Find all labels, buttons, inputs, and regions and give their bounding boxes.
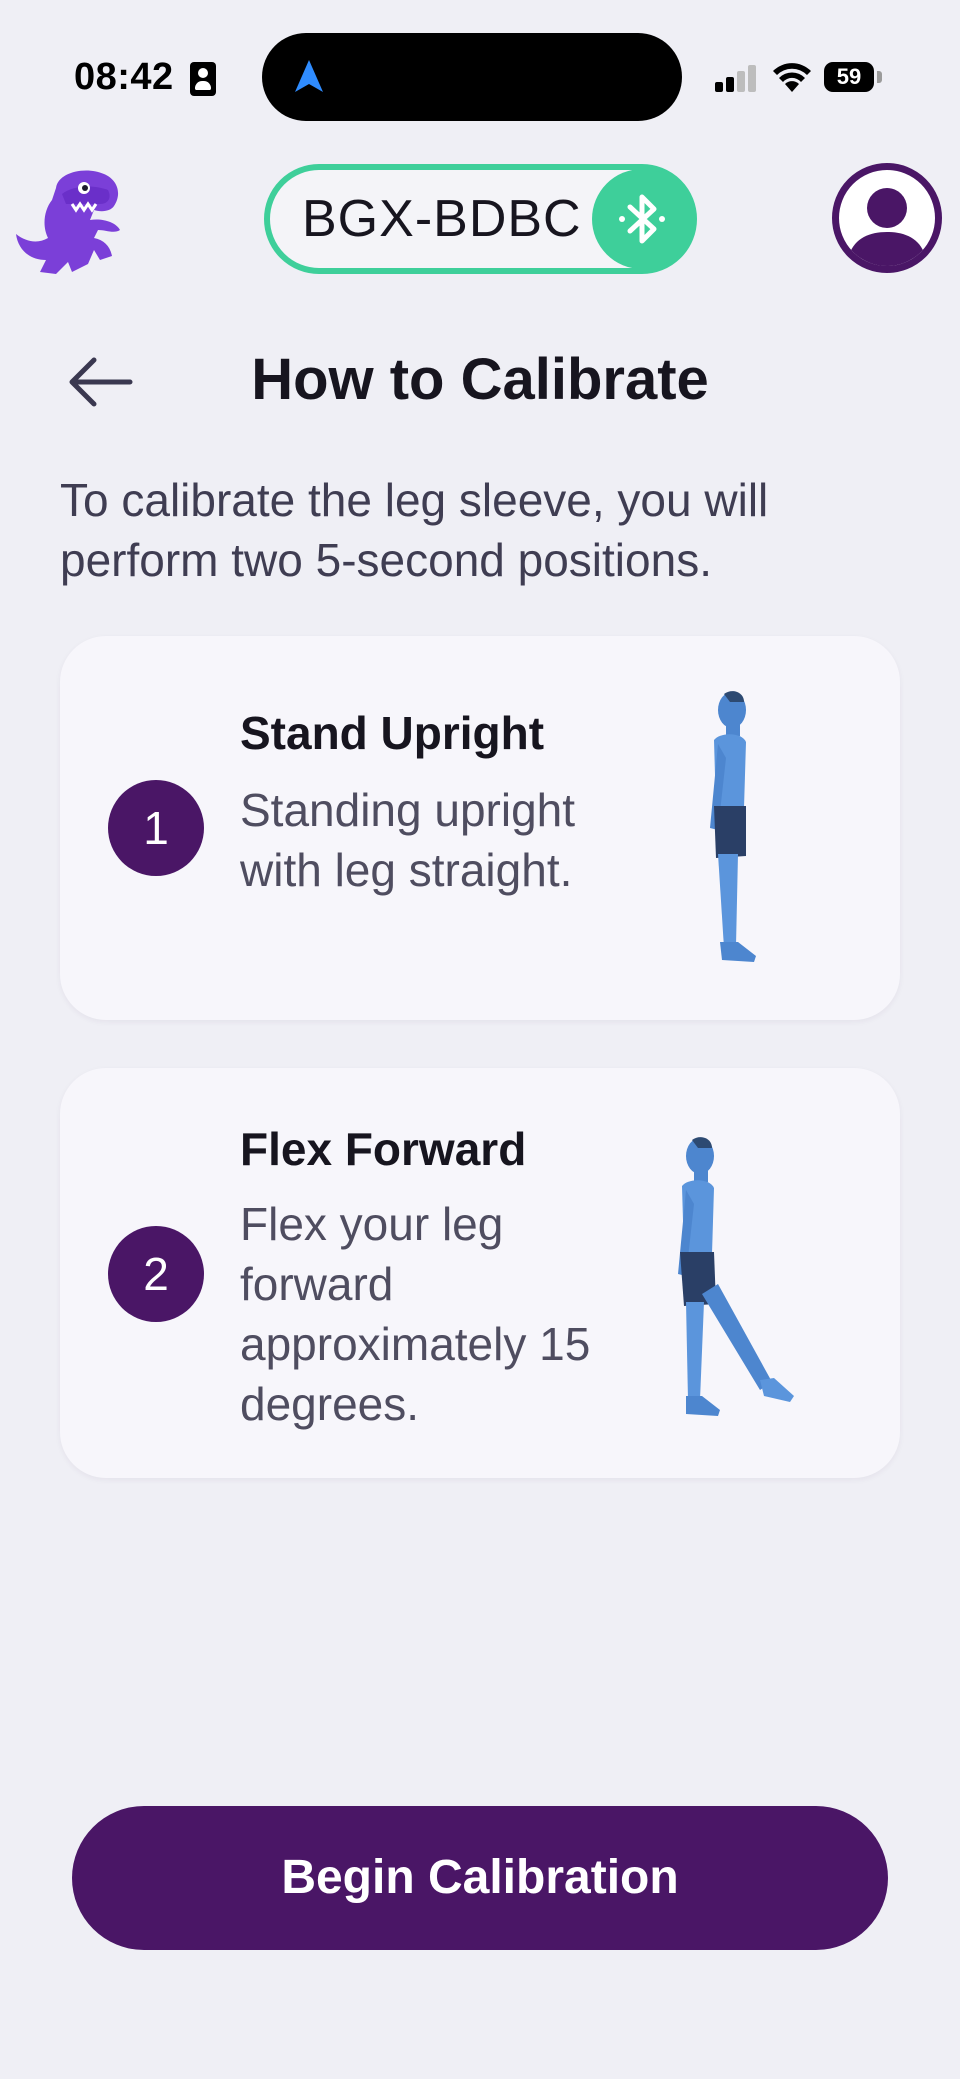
user-avatar-icon (847, 188, 927, 266)
status-time: 08:42 (74, 56, 174, 98)
battery-indicator: 59 (824, 62, 874, 92)
bluetooth-status[interactable] (592, 169, 692, 269)
step-description: Flex your leg forward approximately 15 d… (240, 1198, 591, 1430)
battery-cap (877, 71, 882, 83)
device-name: BGX-BDBC (302, 190, 582, 248)
step-card-flex-forward: 2 Flex Forward Flex your leg forward app… (60, 1068, 900, 1478)
step-title: Stand Upright (240, 707, 545, 759)
back-arrow-icon[interactable] (64, 350, 138, 414)
begin-calibration-button[interactable]: Begin Calibration (72, 1806, 888, 1950)
cellular-signal-icon (715, 65, 756, 92)
profile-avatar-button[interactable] (832, 163, 942, 273)
step-card-stand-upright: 1 Stand Upright Standing upright with le… (60, 636, 900, 1020)
bluetooth-icon (619, 194, 665, 244)
step-number-badge: 2 (108, 1226, 204, 1322)
step-description: Standing upright with leg straight. (240, 784, 576, 896)
step-title: Flex Forward (240, 1123, 527, 1175)
battery-level: 59 (836, 64, 862, 89)
standing-figure-icon (710, 691, 756, 962)
calibration-screen: 08:42 59 BGX-BDBC How to Calibrate To ca… (0, 0, 960, 2079)
device-connection-pill[interactable]: BGX-BDBC (264, 164, 697, 274)
contact-card-icon (190, 62, 216, 96)
dinosaur-logo-icon[interactable] (16, 164, 126, 276)
wifi-icon (773, 63, 811, 92)
intro-text: To calibrate the leg sleeve, you will pe… (60, 474, 769, 586)
status-bar: 08:42 59 (0, 0, 960, 150)
flexing-figure-icon (678, 1137, 794, 1416)
step-number-badge: 1 (108, 780, 204, 876)
location-arrow-icon (295, 60, 323, 92)
page-title: How to Calibrate (251, 347, 709, 412)
